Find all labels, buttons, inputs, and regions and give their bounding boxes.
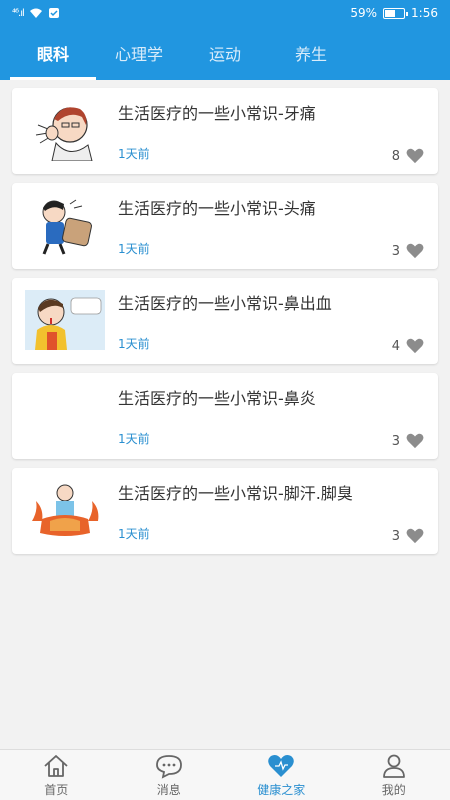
like-count: 4 — [391, 338, 400, 354]
like-count: 3 — [391, 433, 400, 449]
article-title: 生活医疗的一些小常识-鼻炎 — [118, 389, 316, 408]
heart-icon — [268, 754, 295, 777]
article-thumbnail-empty — [24, 383, 106, 447]
tab-psychology[interactable]: 心理学 — [96, 26, 182, 80]
article-list: 生活医疗的一些小常识-牙痛 1天前 8 生活医疗的一些小常识-头痛 1天前 3 — [0, 80, 450, 554]
nav-label: 消息 — [156, 782, 181, 797]
bottom-navigation: 首页 消息 健康之家 我的 — [0, 749, 450, 800]
article-time: 1天前 — [118, 527, 150, 541]
article-title: 生活医疗的一些小常识-脚汗.脚臭 — [118, 484, 353, 503]
category-tabs: 眼科 心理学 运动 养生 — [0, 26, 450, 80]
article-title: 生活医疗的一些小常识-牙痛 — [118, 104, 316, 123]
article-card[interactable]: 生活医疗的一些小常识-头痛 1天前 3 — [12, 183, 438, 269]
article-title: 生活医疗的一些小常识-头痛 — [118, 199, 316, 218]
like-count: 8 — [391, 148, 400, 164]
article-title: 生活医疗的一些小常识-鼻出血 — [118, 294, 332, 313]
nosebleed-illustration — [24, 288, 106, 352]
headache-illustration — [24, 193, 106, 257]
article-time: 1天前 — [118, 242, 150, 256]
nav-messages[interactable]: 消息 — [113, 750, 226, 800]
article-card[interactable]: 生活医疗的一些小常识-鼻出血 1天前 4 — [12, 278, 438, 364]
article-time: 1天前 — [118, 432, 150, 446]
wifi-icon — [29, 8, 42, 18]
nav-home[interactable]: 首页 — [0, 750, 113, 800]
article-card[interactable]: 生活医疗的一些小常识-脚汗.脚臭 1天前 3 — [12, 468, 438, 554]
toothache-illustration — [24, 98, 106, 162]
like-counter[interactable]: 3 — [392, 433, 424, 449]
foot-odor-illustration — [24, 478, 106, 542]
heart-icon — [406, 433, 424, 449]
like-counter[interactable]: 3 — [392, 528, 424, 544]
article-time: 1天前 — [118, 147, 150, 161]
battery-percent: 59% — [350, 6, 378, 20]
tab-ophthalmology[interactable]: 眼科 — [10, 26, 96, 80]
battery-icon — [383, 7, 409, 19]
article-time: 1天前 — [118, 337, 150, 351]
tab-wellness[interactable]: 养生 — [268, 26, 354, 80]
heart-icon — [406, 338, 424, 354]
like-count: 3 — [391, 243, 400, 259]
heart-icon — [406, 148, 424, 164]
tab-exercise[interactable]: 运动 — [182, 26, 268, 80]
article-card[interactable]: 生活医疗的一些小常识-鼻炎 1天前 3 — [12, 373, 438, 459]
like-counter[interactable]: 4 — [392, 338, 424, 354]
article-card[interactable]: 生活医疗的一些小常识-牙痛 1天前 8 — [12, 88, 438, 174]
home-icon — [44, 754, 68, 777]
person-icon — [382, 754, 405, 778]
status-bar: ⁴⁶.ıl 59% 1:56 — [0, 0, 450, 26]
nav-health-home[interactable]: 健康之家 — [225, 750, 338, 800]
heart-icon — [406, 528, 424, 544]
signal-icon: ⁴⁶.ıl — [12, 7, 25, 19]
like-counter[interactable]: 8 — [392, 148, 424, 164]
heart-icon — [406, 243, 424, 259]
shield-icon — [48, 8, 59, 18]
clock: 1:56 — [411, 6, 438, 20]
nav-label: 健康之家 — [257, 782, 306, 797]
nav-label: 首页 — [44, 782, 69, 797]
nav-profile[interactable]: 我的 — [338, 750, 450, 800]
message-icon — [155, 754, 182, 779]
like-count: 3 — [391, 528, 400, 544]
like-counter[interactable]: 3 — [392, 243, 424, 259]
nav-label: 我的 — [381, 782, 406, 797]
